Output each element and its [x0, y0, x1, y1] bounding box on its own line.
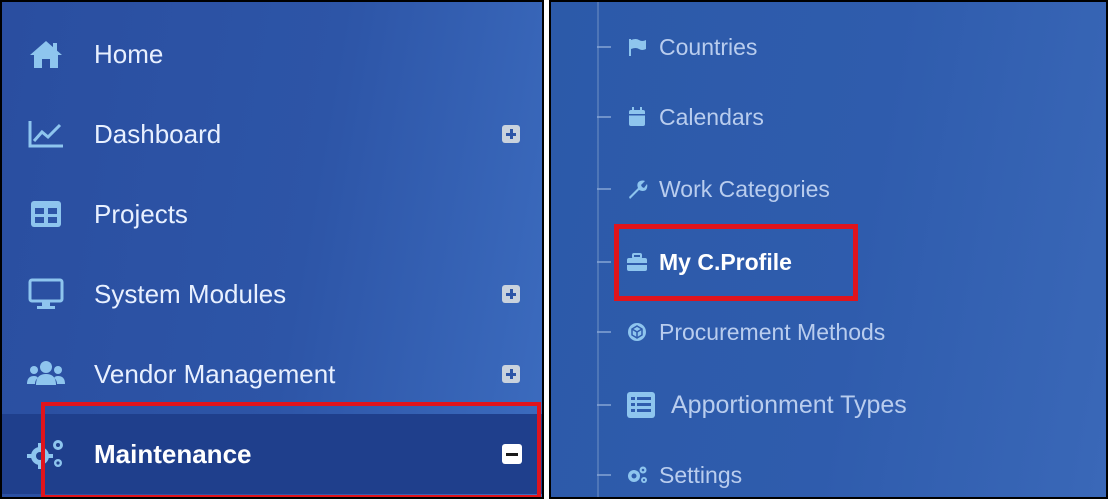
collapse-icon[interactable]: [502, 444, 522, 464]
sidebar-item-label: Maintenance: [94, 438, 252, 469]
sidebar-item-label: Vendor Management: [94, 358, 336, 389]
submenu-item-my-cprofile[interactable]: My C.Profile: [597, 237, 792, 287]
sidebar-item-projects[interactable]: Projects: [2, 174, 542, 254]
expand-icon[interactable]: [502, 365, 520, 383]
tree-dash: [597, 188, 611, 190]
submenu-item-work-categories[interactable]: Work Categories: [597, 164, 830, 214]
sidebar-item-maintenance[interactable]: Maintenance: [2, 414, 542, 494]
table-grid-icon: [26, 197, 66, 231]
sidebar-item-vendor-management[interactable]: Vendor Management: [2, 334, 542, 414]
sidebar-item-label: Projects: [94, 198, 188, 229]
submenu-item-calendars[interactable]: Calendars: [597, 92, 764, 142]
submenu-item-label: My C.Profile: [659, 248, 792, 275]
sidebar-item-label: System Modules: [94, 278, 287, 309]
monitor-icon: [26, 277, 66, 311]
users-icon: [26, 357, 66, 391]
submenu-panel: Countries Calendars Work Categories My C…: [549, 0, 1108, 499]
sidebar-item-dashboard[interactable]: Dashboard: [2, 94, 542, 174]
sidebar-nav: Home Dashboard Projects System Modules V…: [0, 0, 544, 499]
list-icon: [625, 389, 657, 421]
tree-dash: [597, 331, 611, 333]
cogs-icon: [625, 463, 649, 487]
submenu-item-countries[interactable]: Countries: [597, 22, 757, 72]
submenu-item-label: Apportionment Types: [671, 390, 907, 419]
wrench-icon: [625, 177, 649, 201]
submenu-item-settings[interactable]: Settings: [597, 450, 743, 497]
sidebar-item-label: Home: [94, 38, 164, 69]
sidebar-item-system-modules[interactable]: System Modules: [2, 254, 542, 334]
tree-dash: [597, 46, 611, 48]
tree-dash: [597, 116, 611, 118]
expand-icon[interactable]: [502, 125, 520, 143]
submenu-item-label: Procurement Methods: [659, 318, 886, 345]
briefcase-icon: [625, 250, 649, 274]
chart-line-icon: [26, 117, 66, 151]
tree-dash: [597, 261, 611, 263]
expand-icon[interactable]: [502, 285, 520, 303]
cogs-icon: [26, 437, 66, 471]
flag-icon: [625, 35, 649, 59]
calendar-icon: [625, 105, 649, 129]
submenu-item-label: Countries: [659, 33, 758, 60]
cube-icon: [625, 320, 649, 344]
tree-dash: [597, 474, 611, 476]
submenu-item-apportionment-types[interactable]: Apportionment Types: [597, 380, 907, 430]
submenu-item-procurement-methods[interactable]: Procurement Methods: [597, 307, 885, 357]
submenu-item-label: Calendars: [659, 103, 764, 130]
home-icon: [26, 37, 66, 71]
tree-dash: [597, 404, 611, 406]
submenu-item-label: Settings: [659, 461, 743, 488]
sidebar-item-home[interactable]: Home: [2, 14, 542, 94]
sidebar-item-label: Dashboard: [94, 118, 222, 149]
submenu-item-label: Work Categories: [659, 175, 830, 202]
